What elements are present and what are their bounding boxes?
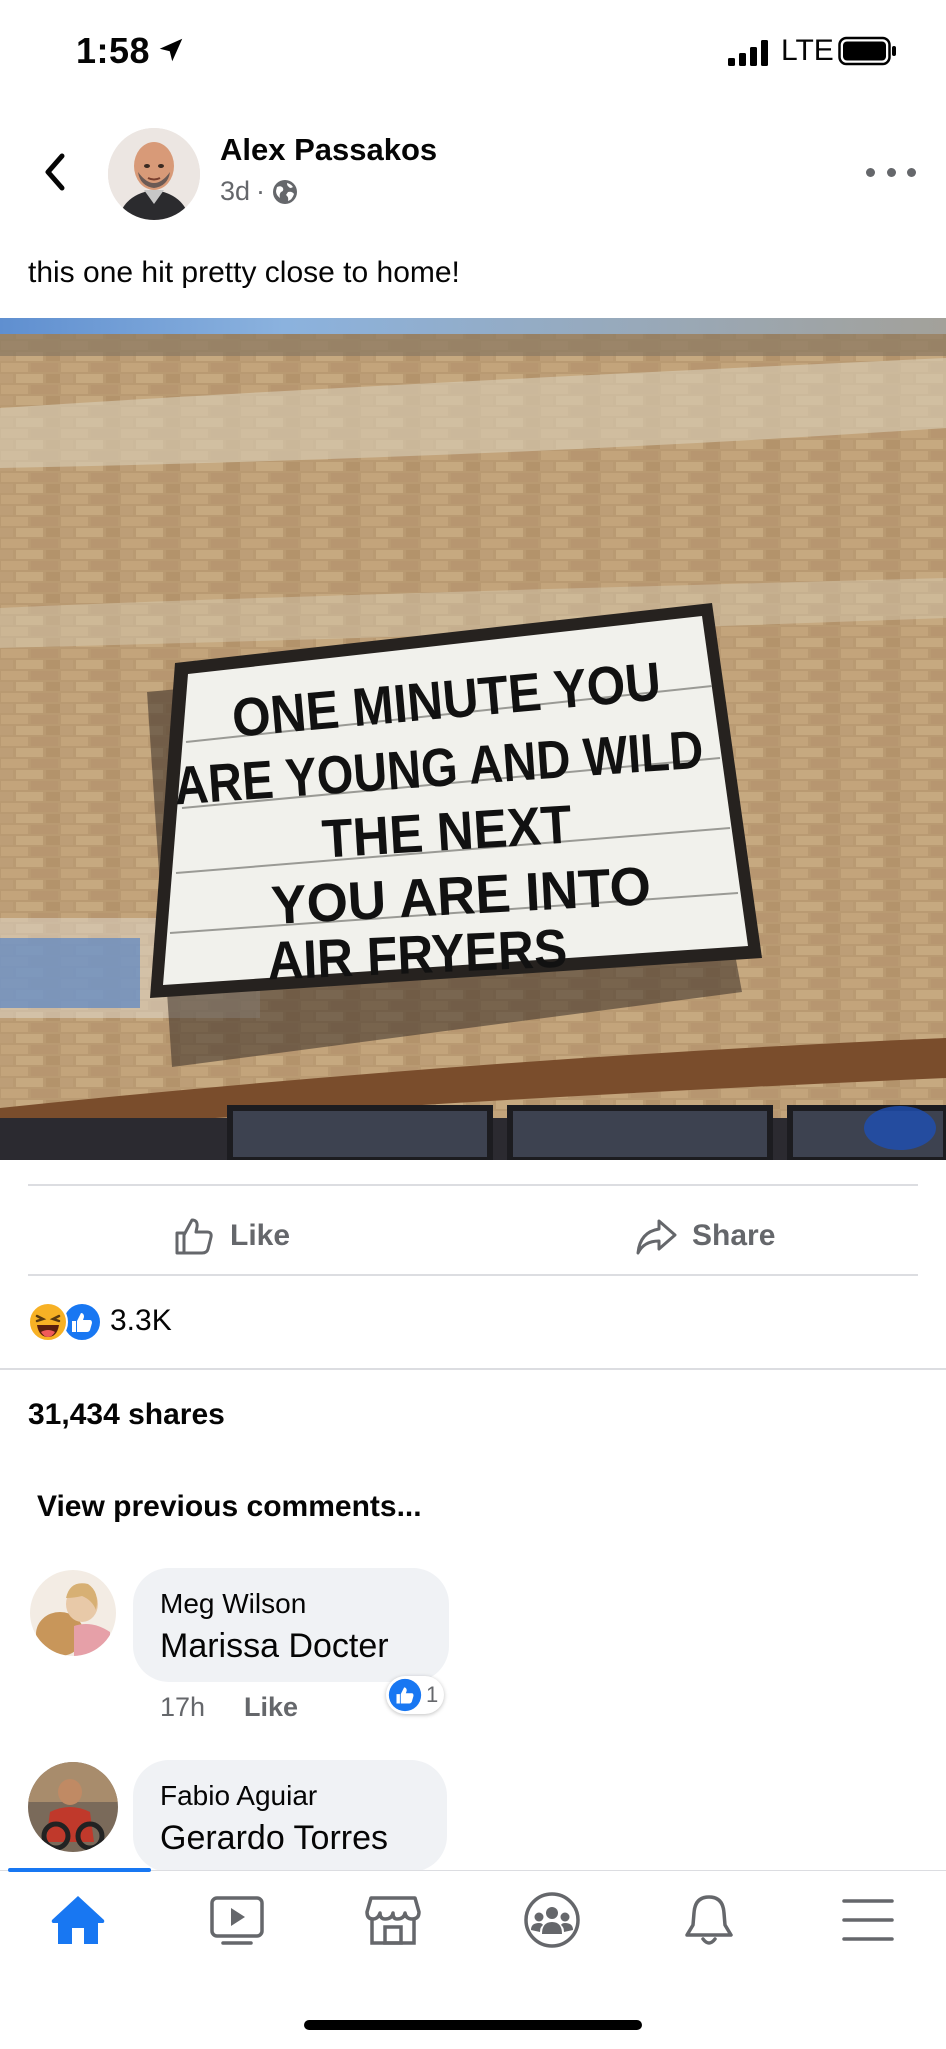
menu-icon: [842, 1899, 894, 1941]
notifications-icon: [685, 1895, 733, 1945]
signal-bars-icon: [728, 40, 768, 66]
haha-reaction-icon: [28, 1302, 68, 1342]
shares-count[interactable]: 31,434 shares: [28, 1398, 225, 1432]
comment-text[interactable]: Marissa Docter: [160, 1627, 389, 1666]
network-type: LTE: [781, 34, 834, 67]
more-dot: [866, 167, 875, 177]
comment-time: 17h: [160, 1692, 206, 1722]
nav-groups-tab[interactable]: [517, 1890, 587, 1950]
view-previous-comments-link[interactable]: View previous comments...: [37, 1490, 422, 1524]
nav-home-tab[interactable]: [43, 1890, 113, 1950]
comment-like-button[interactable]: Like: [244, 1692, 298, 1723]
thumbs-up-icon: [175, 1218, 213, 1255]
back-button[interactable]: [30, 142, 80, 202]
like-reaction-icon: [388, 1678, 422, 1712]
more-dot: [907, 167, 916, 177]
divider: [28, 1274, 918, 1276]
avatar-photo: [30, 1570, 116, 1656]
nav-marketplace-tab[interactable]: [358, 1890, 428, 1950]
location-arrow-icon: [159, 38, 183, 62]
nav-menu-tab[interactable]: [833, 1890, 903, 1950]
post-photo[interactable]: ONE MINUTE YOU ARE YOUNG AND WILD THE NE…: [0, 318, 946, 1160]
active-tab-indicator: [8, 1868, 151, 1872]
marquee-sign-image: ONE MINUTE YOU ARE YOUNG AND WILD THE NE…: [0, 318, 946, 1160]
home-indicator[interactable]: [304, 2020, 642, 2030]
like-label: Like: [230, 1219, 291, 1252]
groups-icon: [524, 1892, 580, 1948]
like-reaction-icon: [62, 1302, 102, 1342]
like-button[interactable]: Like: [172, 1206, 290, 1266]
marketplace-icon: [365, 1896, 421, 1945]
reaction-count[interactable]: 3.3K: [110, 1304, 172, 1338]
nav-watch-tab[interactable]: [202, 1890, 272, 1950]
comment-text[interactable]: Gerardo Torres: [160, 1819, 388, 1858]
nav-notifications-tab[interactable]: [674, 1890, 744, 1950]
post-caption: this one hit pretty close to home!: [28, 256, 460, 289]
more-dot: [886, 167, 896, 177]
meta-separator: ·: [256, 176, 266, 206]
commenter-avatar[interactable]: [30, 1570, 116, 1656]
author-avatar[interactable]: [108, 128, 200, 220]
reactions-summary[interactable]: [28, 1302, 102, 1342]
more-options-button[interactable]: [866, 160, 916, 184]
divider: [0, 1368, 946, 1370]
share-arrow-icon: [636, 1219, 677, 1255]
home-icon: [51, 1896, 105, 1944]
avatar-illustration: [108, 128, 200, 220]
share-label: Share: [692, 1219, 776, 1252]
status-time: 1:58: [76, 30, 151, 71]
commenter-avatar[interactable]: [28, 1762, 118, 1852]
share-button[interactable]: Share: [634, 1206, 775, 1266]
battery-icon: [838, 36, 896, 66]
comment-reaction-badge[interactable]: 1: [386, 1676, 445, 1714]
comment-author[interactable]: Fabio Aguiar: [160, 1780, 317, 1812]
divider: [28, 1184, 918, 1186]
globe-icon: [273, 179, 298, 204]
watch-icon: [210, 1896, 264, 1945]
post-time[interactable]: 3d: [220, 176, 250, 207]
chevron-left-icon: [45, 153, 65, 191]
comment-reaction-count: 1: [426, 1682, 439, 1707]
post-meta: 3d ·: [220, 176, 299, 207]
comment-author[interactable]: Meg Wilson: [160, 1588, 306, 1620]
post-author-name[interactable]: Alex Passakos: [220, 132, 437, 168]
avatar-photo: [28, 1762, 118, 1852]
